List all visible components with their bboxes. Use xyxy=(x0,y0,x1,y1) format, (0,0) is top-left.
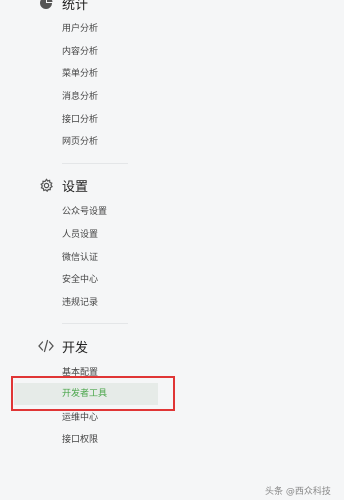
section-title-settings: 设置 xyxy=(62,179,89,195)
menu-item-message-analysis[interactable]: 消息分析 xyxy=(62,90,98,104)
divider xyxy=(62,163,128,164)
menu-item-staff-settings[interactable]: 人员设置 xyxy=(62,228,98,242)
menu-item-api-permissions[interactable]: 接口权限 xyxy=(62,433,98,447)
section-header-settings[interactable]: 设置 xyxy=(38,174,88,196)
menu-item-content-analysis[interactable]: 内容分析 xyxy=(62,45,98,59)
section-title-stats: 统计 xyxy=(62,0,89,13)
menu-item-web-analysis[interactable]: 网页分析 xyxy=(62,135,98,149)
divider xyxy=(62,323,128,324)
menu-item-api-analysis[interactable]: 接口分析 xyxy=(62,113,98,127)
pie-chart-icon xyxy=(38,0,54,11)
menu-item-security-center[interactable]: 安全中心 xyxy=(62,273,98,287)
menu-item-account-settings[interactable]: 公众号设置 xyxy=(62,205,107,219)
gear-icon xyxy=(38,177,54,193)
menu-item-wechat-verification[interactable]: 微信认证 xyxy=(62,251,98,265)
menu-item-violation-records[interactable]: 违规记录 xyxy=(62,296,98,310)
section-header-stats[interactable]: 统计 xyxy=(38,0,88,14)
menu-item-menu-analysis[interactable]: 菜单分析 xyxy=(62,67,98,81)
section-title-develop: 开发 xyxy=(62,340,89,356)
watermark: 头条 @西众科技 xyxy=(265,487,331,497)
code-icon xyxy=(38,338,54,354)
section-header-develop[interactable]: 开发 xyxy=(38,335,88,357)
highlight-annotation-box xyxy=(11,376,175,411)
menu-item-user-analysis[interactable]: 用户分析 xyxy=(62,22,98,36)
menu-item-ops-center[interactable]: 运维中心 xyxy=(62,411,98,425)
